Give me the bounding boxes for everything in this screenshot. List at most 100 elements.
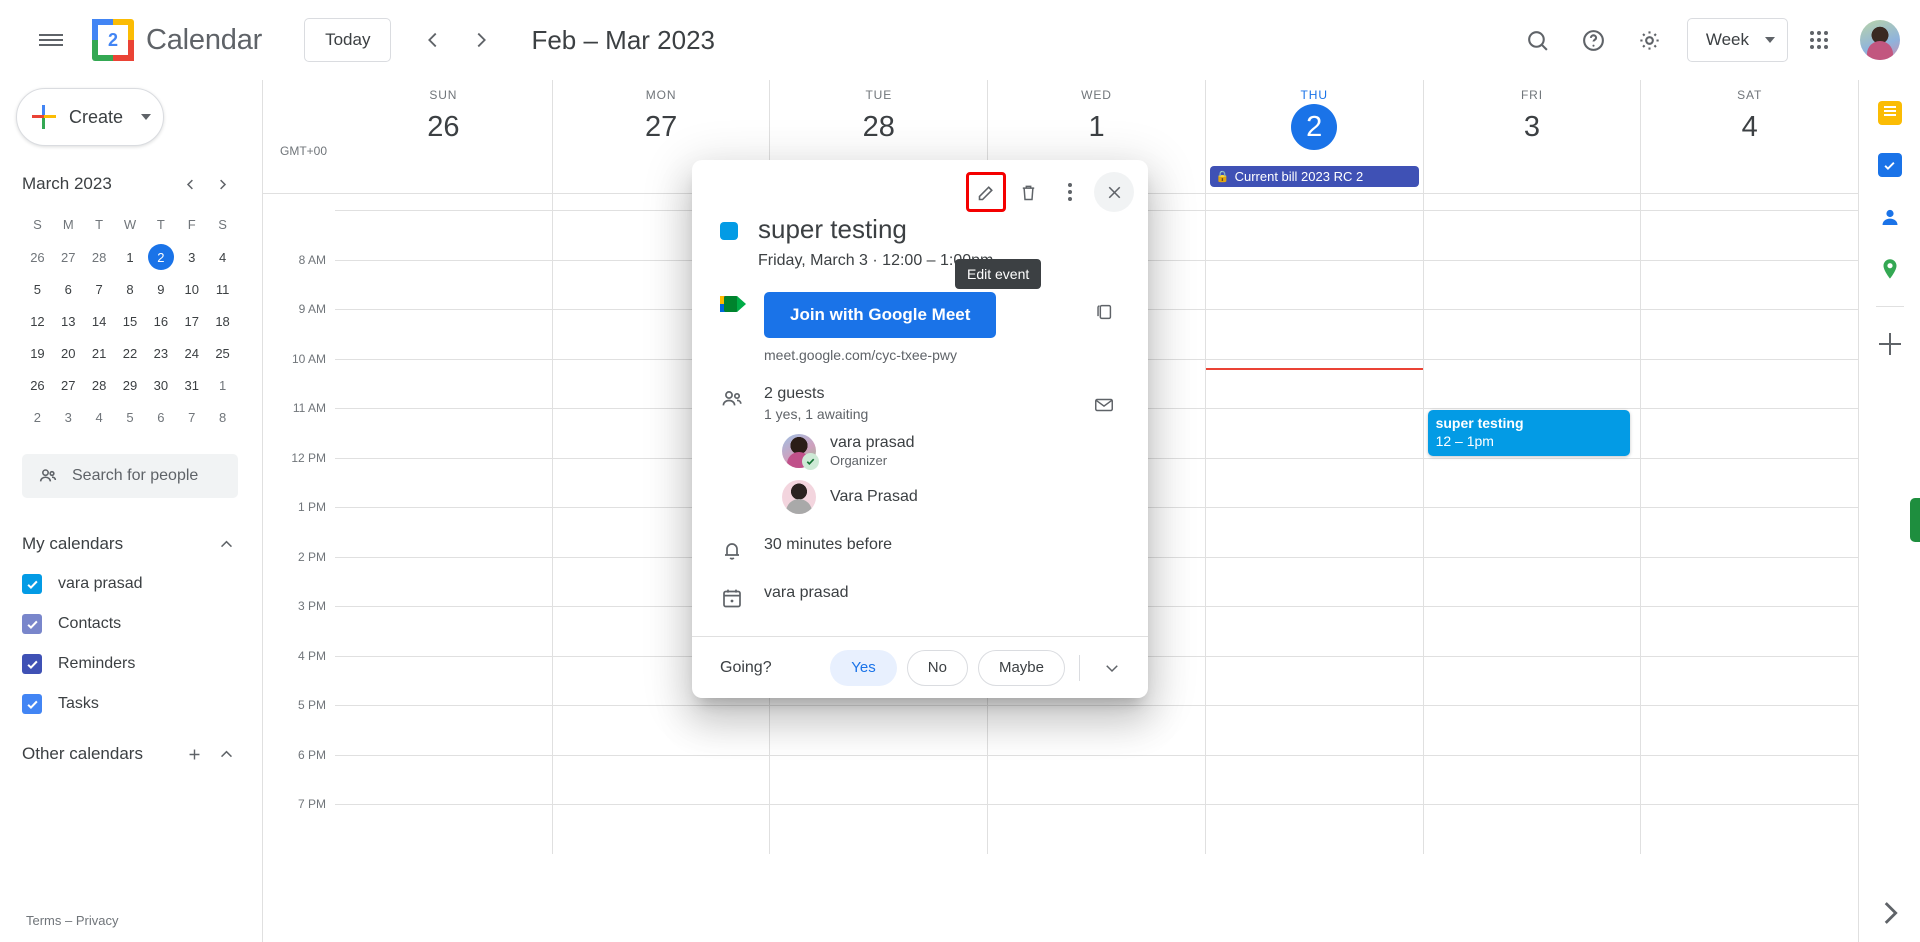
day-header[interactable]: SUN 26 [335, 80, 552, 164]
close-icon[interactable] [1094, 172, 1134, 212]
mini-calendar-day[interactable]: 27 [53, 370, 84, 400]
mini-calendar-day[interactable]: 29 [115, 370, 146, 400]
pencil-edit-icon[interactable] [966, 172, 1006, 212]
mini-calendar-day[interactable]: 4 [84, 402, 115, 432]
mini-calendar-day[interactable]: 21 [84, 338, 115, 368]
day-column[interactable] [1640, 194, 1858, 854]
calendar-logo[interactable]: 2 Calendar [92, 19, 262, 61]
mini-calendar-day[interactable]: 26 [22, 242, 53, 272]
mini-calendar-day[interactable]: 10 [176, 274, 207, 304]
other-calendars-header[interactable]: Other calendars [22, 734, 242, 774]
calendar-checkbox[interactable] [22, 574, 42, 594]
search-people-input[interactable]: Search for people [22, 454, 238, 498]
mini-calendar-day[interactable]: 2 [22, 402, 53, 432]
google-tasks-icon[interactable] [1871, 146, 1909, 184]
mini-calendar-day[interactable]: 13 [53, 306, 84, 336]
side-panel-tab[interactable] [1910, 498, 1920, 542]
mini-calendar-day[interactable]: 31 [176, 370, 207, 400]
calendar-list-item[interactable]: Reminders [22, 644, 242, 684]
day-header[interactable]: WED 1 [987, 80, 1205, 164]
rsvp-button-no[interactable]: No [906, 649, 968, 686]
mini-calendar-day[interactable]: 18 [207, 306, 238, 336]
mini-calendar-day[interactable]: 7 [84, 274, 115, 304]
mini-calendar-day[interactable]: 2 [145, 242, 176, 272]
chevron-down-icon[interactable] [1094, 650, 1130, 686]
day-header-number[interactable]: 2 [1291, 104, 1338, 150]
day-column[interactable] [1204, 194, 1423, 854]
apps-grid-icon[interactable] [1794, 15, 1844, 65]
mini-calendar-day[interactable]: 19 [22, 338, 53, 368]
mini-calendar-day[interactable]: 12 [22, 306, 53, 336]
day-header-number[interactable]: 26 [335, 104, 552, 150]
mini-calendar-day[interactable]: 8 [207, 402, 238, 432]
search-icon[interactable] [1513, 15, 1563, 65]
mini-calendar-day[interactable]: 5 [115, 402, 146, 432]
mini-calendar-day[interactable]: 28 [84, 370, 115, 400]
mini-calendar-day[interactable]: 4 [207, 242, 238, 272]
terms-privacy[interactable]: Terms – Privacy [0, 913, 254, 942]
google-keep-icon[interactable] [1871, 94, 1909, 132]
calendar-list-item[interactable]: Tasks [22, 684, 242, 724]
google-contacts-icon[interactable] [1871, 198, 1909, 236]
day-header[interactable]: TUE 28 [769, 80, 987, 164]
expand-panel-icon[interactable] [1873, 896, 1907, 930]
all-day-cell[interactable] [1640, 164, 1858, 193]
mini-calendar-day[interactable]: 3 [53, 402, 84, 432]
google-maps-icon[interactable] [1871, 250, 1909, 288]
calendar-list-item[interactable]: Contacts [22, 604, 242, 644]
mini-calendar-day[interactable]: 3 [176, 242, 207, 272]
all-day-cell[interactable] [335, 164, 552, 193]
create-button[interactable]: Create [16, 88, 164, 146]
hamburger-menu-icon[interactable] [22, 11, 80, 69]
trash-delete-icon[interactable] [1010, 174, 1046, 210]
guest-item[interactable]: vara prasad Organizer [764, 434, 1082, 470]
mini-calendar-day[interactable]: 1 [207, 370, 238, 400]
calendar-checkbox[interactable] [22, 694, 42, 714]
mini-calendar-day[interactable]: 17 [176, 306, 207, 336]
mini-calendar-day[interactable]: 25 [207, 338, 238, 368]
gear-icon[interactable] [1625, 15, 1675, 65]
plus-icon[interactable] [178, 738, 210, 770]
rsvp-button-maybe[interactable]: Maybe [977, 649, 1065, 686]
email-icon[interactable] [1084, 385, 1124, 425]
mini-calendar-day[interactable]: 22 [115, 338, 146, 368]
copy-icon[interactable] [1084, 292, 1124, 332]
day-column[interactable]: super testing 12 – 1pm [1422, 194, 1641, 854]
all-day-event-chip[interactable]: 🔒 Current bill 2023 RC 2 [1209, 166, 1419, 187]
mini-calendar-day[interactable]: 8 [115, 274, 146, 304]
mini-calendar-day[interactable]: 23 [145, 338, 176, 368]
mini-calendar-day[interactable]: 7 [176, 402, 207, 432]
user-avatar[interactable] [1860, 20, 1900, 60]
next-week-button[interactable] [457, 16, 505, 64]
my-calendars-header[interactable]: My calendars [22, 524, 242, 564]
day-header-number[interactable]: 4 [1641, 104, 1858, 150]
mini-calendar-day[interactable]: 24 [176, 338, 207, 368]
day-header-number[interactable]: 3 [1424, 104, 1641, 150]
more-options-icon[interactable] [1052, 174, 1088, 210]
mini-calendar-day[interactable]: 9 [145, 274, 176, 304]
today-button[interactable]: Today [304, 18, 392, 62]
day-column[interactable] [335, 194, 552, 854]
calendar-checkbox[interactable] [22, 614, 42, 634]
calendar-checkbox[interactable] [22, 654, 42, 674]
mini-calendar-day[interactable]: 16 [145, 306, 176, 336]
chevron-up-icon[interactable] [210, 738, 242, 770]
day-header[interactable]: THU 2 [1204, 80, 1423, 164]
all-day-cell[interactable] [1422, 164, 1641, 193]
mini-calendar-day[interactable]: 6 [53, 274, 84, 304]
join-google-meet-button[interactable]: Join with Google Meet [764, 292, 997, 338]
chevron-up-icon[interactable] [210, 528, 242, 560]
terms-privacy-link[interactable]: Terms – Privacy [26, 913, 118, 928]
day-header-number[interactable]: 27 [553, 104, 770, 150]
calendar-list-item[interactable]: vara prasad [22, 564, 242, 604]
help-icon[interactable] [1569, 15, 1619, 65]
day-header[interactable]: FRI 3 [1422, 80, 1641, 164]
mini-calendar-day[interactable]: 15 [115, 306, 146, 336]
mini-calendar-day[interactable]: 26 [22, 370, 53, 400]
mini-calendar-day[interactable]: 11 [207, 274, 238, 304]
day-header-number[interactable]: 1 [988, 104, 1205, 150]
mini-calendar-day[interactable]: 6 [145, 402, 176, 432]
rsvp-button-yes[interactable]: Yes [830, 649, 897, 686]
day-header[interactable]: SAT 4 [1640, 80, 1858, 164]
mini-calendar-day[interactable]: 5 [22, 274, 53, 304]
